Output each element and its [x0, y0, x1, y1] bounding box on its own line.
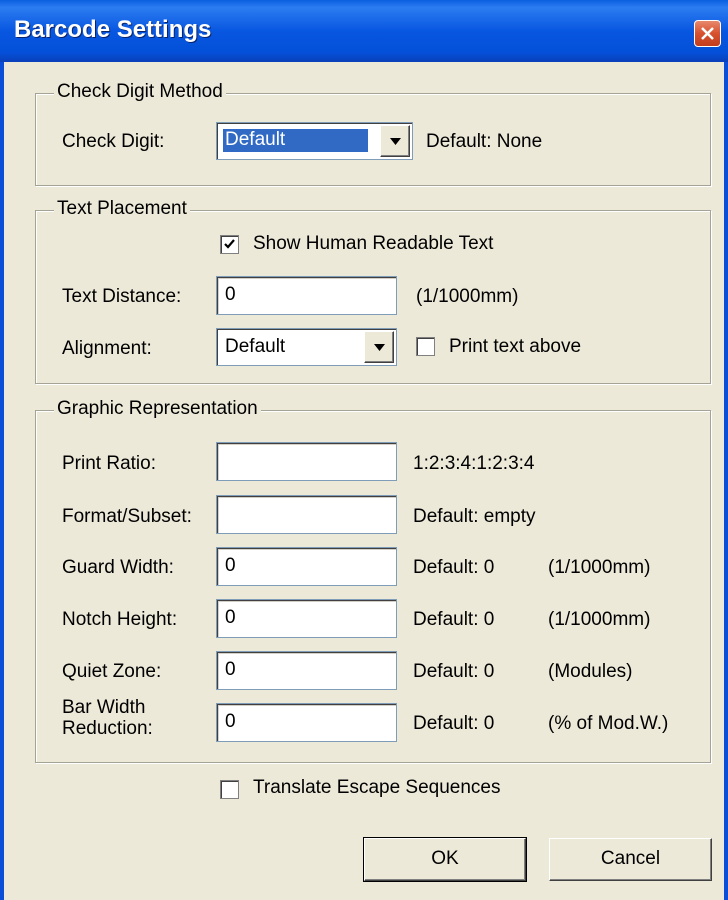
cancel-button-label: Cancel — [600, 848, 661, 869]
bar-width-reduction-label: Bar Width Reduction: — [62, 697, 153, 739]
window-frame-right — [724, 62, 728, 900]
print-text-above-label[interactable]: Print text above — [449, 336, 581, 358]
check-digit-default-text: Default: None — [426, 131, 543, 152]
bar-width-reduction-default: Default: 0 — [413, 713, 495, 734]
format-subset-input[interactable] — [216, 495, 397, 534]
check-digit-label: Check Digit: — [62, 131, 165, 152]
alignment-dropdown[interactable]: Default — [216, 328, 397, 366]
quiet-zone-default: Default: 0 — [413, 661, 495, 682]
check-digit-method-legend: Check Digit Method — [54, 81, 226, 103]
translate-escape-checkbox[interactable] — [220, 780, 239, 799]
ok-button-label: OK — [431, 848, 459, 869]
notch-height-unit: (1/1000mm) — [548, 609, 651, 630]
format-subset-default: Default: empty — [413, 506, 536, 527]
cancel-button[interactable]: Cancel — [549, 838, 712, 881]
guard-width-input[interactable]: 0 — [216, 547, 397, 586]
ok-button[interactable]: OK — [363, 837, 527, 882]
title-bar[interactable]: Barcode Settings — [0, 0, 728, 62]
show-human-readable-checkbox[interactable] — [220, 235, 239, 254]
bar-width-reduction-label-line2: Reduction: — [62, 718, 153, 739]
graphic-representation-legend: Graphic Representation — [54, 398, 261, 420]
quiet-zone-input[interactable]: 0 — [216, 651, 397, 690]
print-text-above-checkbox[interactable] — [416, 337, 435, 356]
show-human-readable-label[interactable]: Show Human Readable Text — [253, 233, 493, 255]
notch-height-input[interactable]: 0 — [216, 599, 397, 638]
close-icon — [701, 27, 714, 40]
check-digit-dropdown-button[interactable] — [380, 125, 410, 157]
bar-width-reduction-unit: (% of Mod.W.) — [548, 713, 669, 734]
notch-height-default: Default: 0 — [413, 609, 495, 630]
chevron-down-icon — [390, 138, 401, 145]
bar-width-reduction-label-line1: Bar Width — [62, 697, 146, 718]
guard-width-label: Guard Width: — [62, 557, 174, 578]
print-ratio-label: Print Ratio: — [62, 453, 156, 474]
quiet-zone-unit: (Modules) — [548, 661, 633, 682]
check-digit-dropdown[interactable]: Default — [216, 122, 413, 160]
text-distance-unit: (1/1000mm) — [416, 286, 519, 307]
text-distance-label: Text Distance: — [62, 286, 182, 307]
window-frame-left — [0, 62, 4, 900]
text-placement-legend: Text Placement — [54, 198, 190, 220]
print-ratio-input[interactable] — [216, 442, 397, 481]
check-digit-selected-value: Default — [222, 128, 369, 153]
translate-escape-label[interactable]: Translate Escape Sequences — [253, 777, 501, 799]
alignment-label: Alignment: — [62, 338, 152, 359]
checkmark-icon — [224, 239, 235, 249]
window-title: Barcode Settings — [14, 16, 212, 43]
notch-height-label: Notch Height: — [62, 609, 178, 630]
alignment-selected-value: Default — [225, 336, 286, 357]
quiet-zone-label: Quiet Zone: — [62, 661, 162, 682]
close-button[interactable] — [694, 20, 721, 47]
format-subset-label: Format/Subset: — [62, 506, 192, 527]
text-distance-input[interactable]: 0 — [216, 276, 397, 315]
guard-width-unit: (1/1000mm) — [548, 557, 651, 578]
guard-width-default: Default: 0 — [413, 557, 495, 578]
alignment-dropdown-button[interactable] — [364, 331, 394, 363]
chevron-down-icon — [374, 344, 385, 351]
bar-width-reduction-input[interactable]: 0 — [216, 703, 397, 742]
print-ratio-hint: 1:2:3:4:1:2:3:4 — [413, 453, 535, 474]
